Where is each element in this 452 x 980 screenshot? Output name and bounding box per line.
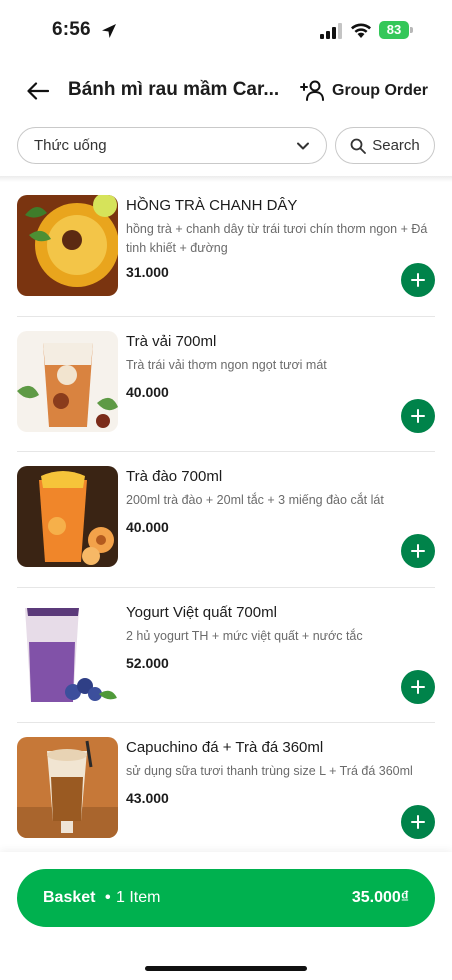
status-time: 6:56 <box>52 19 91 40</box>
item-price: 52.000 <box>126 654 169 671</box>
filter-row: Thức uống Search <box>0 126 452 166</box>
plus-icon <box>411 815 425 829</box>
group-order-button[interactable]: Group Order <box>300 76 428 106</box>
status-bar: 6:56 83 <box>0 0 452 62</box>
battery-icon: 83 <box>379 21 413 39</box>
item-name: HỒNG TRÀ CHANH DÂY <box>126 197 298 214</box>
category-dropdown[interactable]: Thức uống <box>17 127 327 164</box>
group-order-label: Group Order <box>332 82 429 99</box>
item-description: Trà trái vải thơm ngon ngọt tươi mát <box>126 357 327 372</box>
item-photo <box>17 330 118 432</box>
item-description: 2 hủ yogurt TH + mức việt quất + nước tắ… <box>126 628 363 643</box>
menu-item[interactable]: Yogurt Việt quất 700ml 2 hủ yogurt TH + … <box>0 586 452 723</box>
search-label: Search <box>372 137 420 154</box>
location-arrow-icon <box>102 24 116 38</box>
add-item-button[interactable] <box>401 263 435 297</box>
menu-item[interactable]: Trà đào 700ml 200ml trà đào + 20ml tắc +… <box>0 451 452 587</box>
plus-icon <box>411 544 425 558</box>
item-price: 43.000 <box>126 790 169 806</box>
item-price: 40.000 <box>126 519 169 535</box>
basket-button[interactable]: Basket • 1 Item 35.000₫ <box>17 869 435 927</box>
signal-icon <box>320 23 342 39</box>
item-price: 40.000 <box>126 383 169 400</box>
plus-icon <box>411 273 425 287</box>
search-icon <box>350 138 367 154</box>
item-photo <box>17 601 118 703</box>
item-name: Capuchino đá + Trà đá 360ml <box>126 739 324 756</box>
item-name: Trà đào 700ml <box>126 468 223 485</box>
plus-icon <box>411 679 425 694</box>
menu-list: HỒNG TRÀ CHANH DÂY hồng trà + chanh dây … <box>0 180 452 858</box>
add-item-button[interactable] <box>401 669 435 704</box>
item-name: Trà vải 700ml <box>126 332 217 350</box>
search-button[interactable]: Search <box>335 127 435 164</box>
menu-item[interactable]: HỒNG TRÀ CHANH DÂY hồng trà + chanh dây … <box>0 180 452 316</box>
item-photo <box>17 195 118 296</box>
wifi-icon <box>351 23 371 38</box>
basket-bar: Basket • 1 Item 35.000₫ <box>0 852 452 980</box>
add-item-button[interactable] <box>401 805 435 839</box>
basket-total: 35.000₫ <box>351 889 409 906</box>
header: Bánh mì rau mầm Car... Group Order <box>0 62 452 120</box>
chevron-down-icon <box>297 142 309 150</box>
plus-icon <box>411 408 425 423</box>
back-arrow-icon <box>27 82 49 100</box>
add-item-button[interactable] <box>401 398 435 433</box>
category-selected: Thức uống <box>34 137 107 154</box>
basket-separator: • <box>105 889 111 906</box>
home-indicator[interactable] <box>145 966 307 971</box>
item-description: sử dụng sữa tươi thanh trùng size L + Tr… <box>126 764 413 778</box>
battery-level: 83 <box>379 21 409 39</box>
item-photo <box>17 466 118 567</box>
item-price: 31.000 <box>126 264 169 280</box>
item-photo <box>17 737 118 838</box>
menu-item[interactable]: Trà vải 700ml Trà trái vải thơm ngon ngọ… <box>0 315 452 452</box>
group-add-icon <box>300 80 324 101</box>
add-item-button[interactable] <box>401 534 435 568</box>
item-description: 200ml trà đào + 20ml tắc + 3 miếng đào c… <box>126 493 384 507</box>
back-button[interactable] <box>22 78 54 104</box>
basket-item-count: 1 Item <box>116 889 161 906</box>
item-description: hồng trà + chanh dây từ trái tươi chín t… <box>126 222 428 255</box>
item-name: Yogurt Việt quất 700ml <box>126 603 277 621</box>
basket-label: Basket <box>43 889 96 906</box>
store-title: Bánh mì rau mầm Car... <box>68 79 280 100</box>
menu-item[interactable]: Capuchino đá + Trà đá 360ml sử dụng sữa … <box>0 722 452 858</box>
